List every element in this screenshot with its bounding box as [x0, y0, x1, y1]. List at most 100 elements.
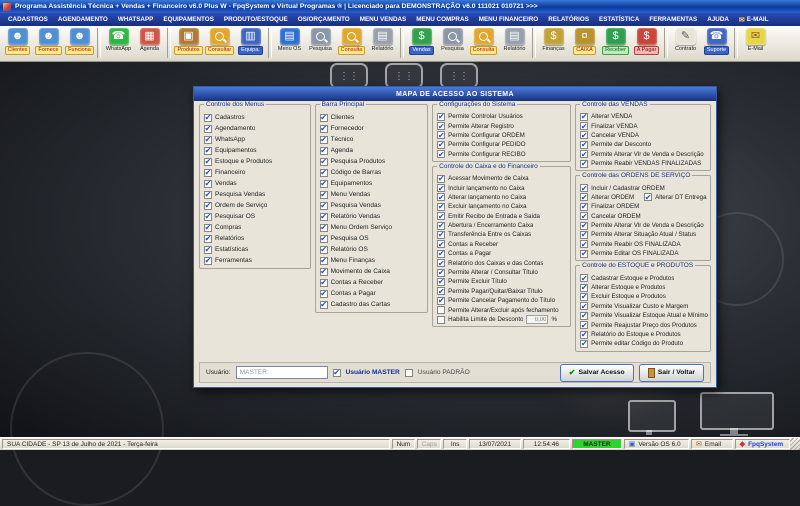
checkbox-contas-a-receber[interactable]: ✔ — [319, 278, 328, 287]
discount-limit-input[interactable] — [526, 315, 549, 324]
menu-item-menu-compras[interactable]: MENU COMPRAS — [411, 16, 473, 23]
checkbox-estoque-e-produtos[interactable]: ✔ — [204, 157, 212, 166]
toolbar-button-receber[interactable]: $ Receber — [600, 27, 631, 60]
checkbox-equipamentos[interactable]: ✔ — [204, 146, 212, 155]
menu-item-relatorios[interactable]: RELATÓRIOS — [543, 16, 594, 23]
checkbox-pesquisa-produtos[interactable]: ✔ — [319, 157, 328, 166]
checkbox-permite-reabir-vendas-finalizadas[interactable]: ✔ — [580, 159, 589, 168]
checkbox-permite-visualizar-estoque-atual-e-minimo[interactable]: ✔ — [580, 311, 589, 320]
toolbar-button-relatorio[interactable]: ▤ Relatório — [367, 27, 398, 60]
checkbox-permite-controlar-usuarios[interactable]: ✔ — [437, 112, 446, 121]
menu-item-cadastros[interactable]: CADASTROS — [3, 16, 53, 23]
checkbox-excluir-lancamento-no-caixa[interactable]: ✔ — [437, 202, 446, 211]
checkbox-contas-a-receber[interactable]: ✔ — [437, 240, 446, 249]
toolbar-button-caixa[interactable]: ¤ CAIXA — [569, 27, 600, 60]
toolbar-button-suporte[interactable]: ☎ Suporte — [701, 27, 732, 60]
checkbox-permite-excluir-titulo[interactable]: ✔ — [437, 277, 446, 286]
toolbar-button-financas[interactable]: $ Finanças — [538, 27, 569, 60]
toolbar-button-consulta[interactable]: Consulta — [336, 27, 367, 60]
toolbar-button-produtos[interactable]: ▣ Produtos — [173, 27, 204, 60]
checkbox-relatorio-do-estoque-e-produtos[interactable]: ✔ — [580, 330, 589, 339]
checkbox-acessar-movimento-de-caixa[interactable]: ✔ — [437, 174, 446, 183]
checkbox-permite-configurar-pedido[interactable]: ✔ — [437, 140, 446, 149]
window-titlebar[interactable]: Programa Assistência Técnica + Vendas + … — [0, 0, 800, 13]
checkbox-permite-alterar-vlr-de-venda-e-descricao[interactable]: ✔ — [580, 150, 589, 159]
checkbox-relatorio-os[interactable]: ✔ — [319, 245, 328, 254]
checkbox-whatsapp[interactable]: ✔ — [204, 135, 212, 144]
menu-item-e-mail[interactable]: ✉ E-MAIL — [734, 16, 774, 24]
dialog-titlebar[interactable]: MAPA DE ACESSO AO SISTEMA — [194, 87, 716, 101]
checkbox-permite-alterar-situacao-atual-status[interactable]: ✔ — [580, 230, 589, 239]
checkbox-contas-a-pagar[interactable]: ✔ — [319, 289, 328, 298]
menu-item-produto-estoque[interactable]: PRODUTO/ESTOQUE — [219, 16, 293, 23]
checkbox-menu-ordem-servico[interactable]: ✔ — [319, 223, 328, 232]
checkbox-compras[interactable]: ✔ — [204, 223, 212, 232]
exit-button[interactable]: Sair / Voltar — [638, 363, 704, 382]
menu-item-os-orcamento[interactable]: OS/ORÇAMENTO — [293, 16, 355, 23]
toolbar-button-consulta[interactable]: Consulta — [468, 27, 499, 60]
menu-item-ajuda[interactable]: AJUDA — [702, 16, 734, 23]
toolbar-button-pesquisa[interactable]: Pesquisa — [437, 27, 468, 60]
checkbox-permite-alterar-registro[interactable]: ✔ — [437, 122, 446, 131]
checkbox-financeiro[interactable]: ✔ — [204, 168, 212, 177]
menu-item-menu-financeiro[interactable]: MENU FINANCEIRO — [474, 16, 543, 23]
menu-item-equipamentos[interactable]: EQUIPAMENTOS — [158, 16, 219, 23]
checkbox-vendas[interactable]: ✔ — [204, 179, 212, 188]
checkbox-menu-financas[interactable]: ✔ — [319, 256, 328, 265]
checkbox-alterar-dt-entrega[interactable]: ✔ — [644, 193, 653, 202]
user-input[interactable] — [235, 366, 328, 379]
checkbox-tecnico[interactable]: ✔ — [319, 135, 328, 144]
checkbox-clientes[interactable]: ✔ — [319, 113, 328, 122]
checkbox-excluir-estoque-e-produtos[interactable]: ✔ — [580, 292, 589, 301]
menu-item-ferramentas[interactable]: FERRAMENTAS — [644, 16, 702, 23]
checkbox-abertura-encerramento-caixa[interactable]: ✔ — [437, 221, 446, 230]
checkbox-finalizar-venda[interactable]: ✔ — [580, 122, 589, 131]
checkbox-transferencia-entre-os-caixas[interactable]: ✔ — [437, 230, 446, 239]
toolbar-button-funciona[interactable]: ☻ Funciona — [64, 27, 95, 60]
menu-item-agendamento[interactable]: AGENDAMENTO — [53, 16, 113, 23]
checkbox-agendamento[interactable]: ✔ — [204, 124, 212, 133]
checkbox-permite-reabir-os-finalizada[interactable]: ✔ — [580, 240, 589, 249]
checkbox-incluir-lancamento-no-caixa[interactable]: ✔ — [437, 184, 446, 193]
checkbox-fornecedor[interactable]: ✔ — [319, 124, 328, 133]
checkbox-menu-vendas[interactable]: ✔ — [319, 190, 328, 199]
toolbar-button-relatorio[interactable]: ▤ Relatório — [499, 27, 530, 60]
checkbox-cancelar-venda[interactable]: ✔ — [580, 131, 589, 140]
checkbox-movimento-de-caixa[interactable]: ✔ — [319, 267, 328, 276]
checkbox-relatorio-vendas[interactable]: ✔ — [319, 212, 328, 221]
checkbox-usuario-padrao[interactable] — [404, 368, 413, 377]
menu-item-estatistica[interactable]: ESTATÍSTICA — [594, 16, 644, 23]
checkbox-incluir-cadastrar-ordem[interactable]: ✔ — [580, 184, 589, 193]
checkbox-estatisticas[interactable]: ✔ — [204, 245, 212, 254]
save-access-button[interactable]: ✔ Salvar Acesso — [559, 363, 634, 382]
checkbox-agenda[interactable]: ✔ — [319, 146, 328, 155]
toolbar-button-equipa[interactable]: ▥ Equipa. — [235, 27, 266, 60]
resize-grip[interactable] — [790, 438, 800, 450]
checkbox-cadastros[interactable]: ✔ — [204, 113, 212, 122]
checkbox-permite-visualizar-custo-e-margem[interactable]: ✔ — [580, 302, 589, 311]
toolbar-button-contrato[interactable]: ✎ Contrato — [670, 27, 701, 60]
checkbox-habilita-limite-de-desconto[interactable] — [437, 315, 446, 324]
checkbox-equipamentos[interactable]: ✔ — [319, 179, 328, 188]
checkbox-permite-alterar-vlr-de-venda-e-descricao[interactable]: ✔ — [580, 221, 589, 230]
checkbox-permite-editar-os-finalizada[interactable]: ✔ — [580, 249, 589, 258]
checkbox-permite-dar-desconto[interactable]: ✔ — [580, 140, 589, 149]
checkbox-relatorio-dos-caixas-e-das-contas[interactable]: ✔ — [437, 259, 446, 268]
checkbox-cadastrar-estoque-e-produtos[interactable]: ✔ — [580, 274, 589, 283]
toolbar-button-menu-os[interactable]: ▤ Menu OS — [274, 27, 305, 60]
checkbox-pesquisar-os[interactable]: ✔ — [204, 212, 212, 221]
checkbox-pesquisa-vendas[interactable]: ✔ — [319, 201, 328, 210]
toolbar-button-clientes[interactable]: ☻ Clientes — [2, 27, 33, 60]
checkbox-permite-reajustar-preco-dos-produtos[interactable]: ✔ — [580, 321, 589, 330]
checkbox-permite-editar-codigo-do-produto[interactable]: ✔ — [580, 339, 589, 348]
checkbox-pesquisa-vendas[interactable]: ✔ — [204, 190, 212, 199]
toolbar-button-agenda[interactable]: ▦ Agenda — [134, 27, 165, 60]
status-email[interactable]: ✉ Email — [691, 439, 733, 449]
menu-item-whatsapp[interactable]: WHATSAPP — [113, 16, 159, 23]
checkbox-permite-configurar-recibo[interactable]: ✔ — [437, 150, 446, 159]
checkbox-finalizar-ordem[interactable]: ✔ — [580, 202, 589, 211]
checkbox-contas-a-pagar[interactable]: ✔ — [437, 249, 446, 258]
toolbar-button-e-mail[interactable]: ✉ E-Mail — [740, 27, 771, 60]
checkbox-permite-configurar-ordem[interactable]: ✔ — [437, 131, 446, 140]
toolbar-button-whatsapp[interactable]: ☎ WhatsApp — [103, 27, 134, 60]
